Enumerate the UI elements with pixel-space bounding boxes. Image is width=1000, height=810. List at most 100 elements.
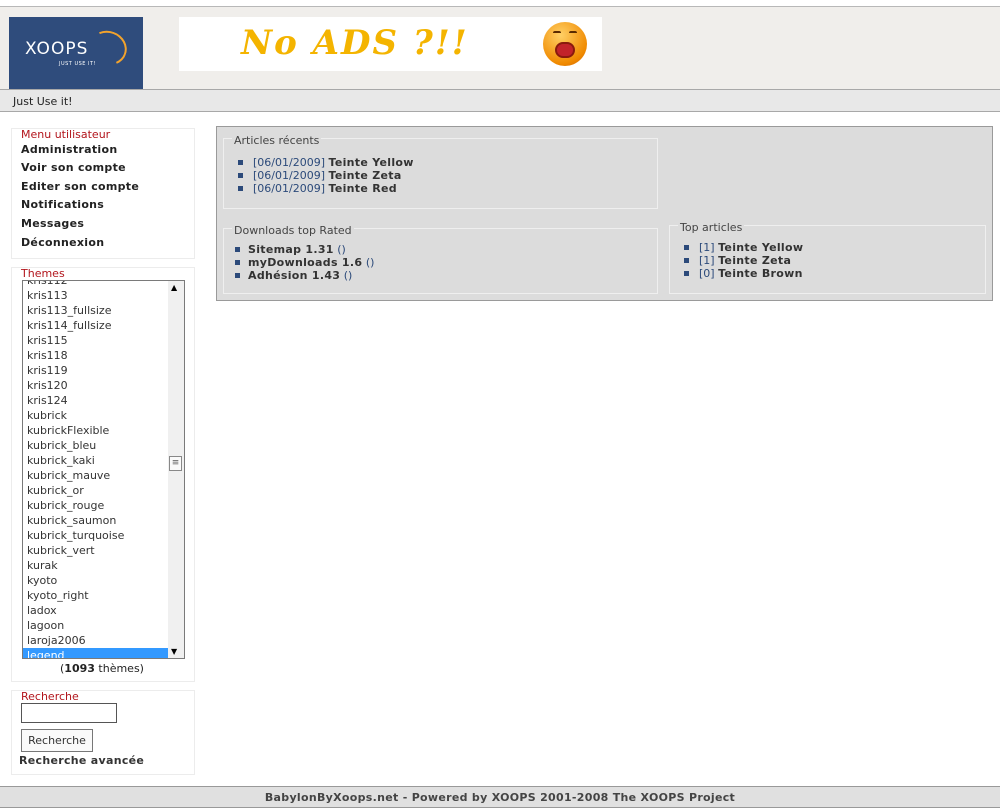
theme-option[interactable]: kubrick (23, 408, 169, 423)
download-name[interactable]: myDownloads 1.6 (248, 256, 362, 269)
theme-option[interactable]: kris114_fullsize (23, 318, 169, 333)
theme-option[interactable]: lagoon (23, 618, 169, 633)
xoops-logo[interactable]: XOOPS JUST USE IT! (9, 17, 143, 90)
article-date: [06/01/2009] (253, 182, 325, 195)
menu-item-notifications[interactable]: Notifications (21, 198, 104, 211)
theme-option[interactable]: kubrick_bleu (23, 438, 169, 453)
footer: BabylonByXoops.net - Powered by XOOPS 20… (0, 786, 1000, 808)
download-rating: () (343, 269, 353, 282)
site-slogan: Just Use it! (13, 95, 73, 108)
list-item[interactable]: [0] Teinte Brown (684, 267, 803, 280)
search-input[interactable] (21, 703, 117, 723)
list-item[interactable]: myDownloads 1.6 () (235, 256, 374, 269)
bullet-icon (238, 173, 243, 178)
top-articles-list: [1] Teinte Yellow [1] Teinte Zeta [0] Te… (684, 241, 803, 280)
download-rating: () (365, 256, 375, 269)
user-menu-title: Menu utilisateur (21, 128, 111, 141)
article-date: [06/01/2009] (253, 169, 325, 182)
themes-title: Themes (21, 267, 65, 280)
theme-list-scrollbar[interactable]: ▲ ≡ ▼ (168, 281, 184, 658)
theme-count: (1093 thèmes) (60, 662, 144, 675)
theme-option[interactable]: kris113_fullsize (23, 303, 169, 318)
downloads-list: Sitemap 1.31 () myDownloads 1.6 () Adhés… (235, 243, 374, 282)
article-title[interactable]: Teinte Zeta (718, 254, 791, 267)
logo-subtext: JUST USE IT! (59, 61, 97, 67)
list-item[interactable]: Sitemap 1.31 () (235, 243, 374, 256)
theme-option[interactable]: kubrick_rouge (23, 498, 169, 513)
search-title: Recherche (21, 690, 79, 703)
theme-option[interactable]: kris112 (23, 281, 169, 288)
screaming-smiley-icon (543, 22, 587, 66)
downloads-title: Downloads top Rated (232, 224, 354, 237)
theme-option[interactable]: kris118 (23, 348, 169, 363)
article-hits: [1] (699, 241, 715, 254)
downloads-block: Downloads top Rated Sitemap 1.31 () myDo… (223, 224, 658, 294)
theme-option[interactable]: kubrick_or (23, 483, 169, 498)
theme-option[interactable]: kyoto (23, 573, 169, 588)
article-title[interactable]: Teinte Red (328, 182, 396, 195)
menu-item-logout[interactable]: Déconnexion (21, 236, 104, 249)
menu-item-edit-account[interactable]: Editer son compte (21, 180, 139, 193)
user-menu-block: Menu utilisateur Administration Voir son… (11, 128, 195, 259)
menu-item-messages[interactable]: Messages (21, 217, 84, 230)
bullet-icon (684, 258, 689, 263)
list-item[interactable]: [1] Teinte Zeta (684, 254, 803, 267)
logo-text: XOOPS (25, 39, 89, 59)
theme-option[interactable]: kubrick_saumon (23, 513, 169, 528)
theme-option[interactable]: laroja2006 (23, 633, 169, 648)
theme-option[interactable]: kubrick_kaki (23, 453, 169, 468)
list-item[interactable]: [06/01/2009] Teinte Zeta (238, 169, 414, 182)
smiley-eye-icon (569, 31, 577, 35)
center-blocks: Articles récents [06/01/2009] Teinte Yel… (216, 126, 993, 301)
list-item[interactable]: [1] Teinte Yellow (684, 241, 803, 254)
header: XOOPS JUST USE IT! No ADS ?!! (0, 6, 1000, 90)
theme-option[interactable]: kyoto_right (23, 588, 169, 603)
theme-option[interactable]: legend (23, 648, 169, 658)
theme-option[interactable]: kris124 (23, 393, 169, 408)
theme-count-number: 1093 (64, 662, 95, 675)
download-rating: () (337, 243, 346, 256)
top-articles-title: Top articles (678, 221, 745, 234)
theme-option[interactable]: kubrick_mauve (23, 468, 169, 483)
list-item[interactable]: Adhésion 1.43 () (235, 269, 374, 282)
bullet-icon (684, 271, 689, 276)
smiley-mouth-icon (555, 42, 575, 58)
theme-option[interactable]: kurak (23, 558, 169, 573)
recent-articles-block: Articles récents [06/01/2009] Teinte Yel… (223, 134, 658, 209)
list-item[interactable]: [06/01/2009] Teinte Yellow (238, 156, 414, 169)
download-name[interactable]: Adhésion 1.43 (248, 269, 340, 282)
article-title[interactable]: Teinte Zeta (328, 169, 401, 182)
theme-option[interactable]: kris115 (23, 333, 169, 348)
menu-item-view-account[interactable]: Voir son compte (21, 161, 126, 174)
theme-select-list[interactable]: kris112 kris113 kris113_fullsize kris114_fu… (22, 280, 185, 659)
theme-option[interactable]: kubrick_turquoise (23, 528, 169, 543)
scroll-down-arrow-icon[interactable]: ▼ (171, 647, 177, 656)
search-button[interactable]: Recherche (21, 729, 93, 752)
theme-option[interactable]: kris120 (23, 378, 169, 393)
bullet-icon (235, 273, 240, 278)
theme-option[interactable]: kris119 (23, 363, 169, 378)
advanced-search-link[interactable]: Recherche avancée (19, 754, 144, 767)
article-hits: [1] (699, 254, 715, 267)
recent-articles-list: [06/01/2009] Teinte Yellow [06/01/2009] … (238, 156, 414, 195)
article-title[interactable]: Teinte Yellow (718, 241, 803, 254)
theme-option[interactable]: ladox (23, 603, 169, 618)
menu-item-administration[interactable]: Administration (21, 143, 118, 156)
list-item[interactable]: [06/01/2009] Teinte Red (238, 182, 414, 195)
theme-option[interactable]: kris113 (23, 288, 169, 303)
theme-option[interactable]: kubrickFlexible (23, 423, 169, 438)
page: XOOPS JUST USE IT! No ADS ?!! Just Use i… (0, 0, 1000, 810)
recent-articles-title: Articles récents (232, 134, 322, 147)
scroll-thumb[interactable]: ≡ (169, 456, 182, 471)
download-name[interactable]: Sitemap 1.31 (248, 243, 334, 256)
bullet-icon (684, 245, 689, 250)
article-title[interactable]: Teinte Brown (718, 267, 803, 280)
article-hits: [0] (699, 267, 715, 280)
article-date: [06/01/2009] (253, 156, 325, 169)
theme-option[interactable]: kubrick_vert (23, 543, 169, 558)
footer-text: BabylonByXoops.net - Powered by XOOPS 20… (264, 791, 736, 804)
scroll-up-arrow-icon[interactable]: ▲ (171, 283, 177, 292)
article-title[interactable]: Teinte Yellow (328, 156, 413, 169)
ad-banner[interactable]: No ADS ?!! (179, 17, 602, 71)
bullet-icon (235, 260, 240, 265)
